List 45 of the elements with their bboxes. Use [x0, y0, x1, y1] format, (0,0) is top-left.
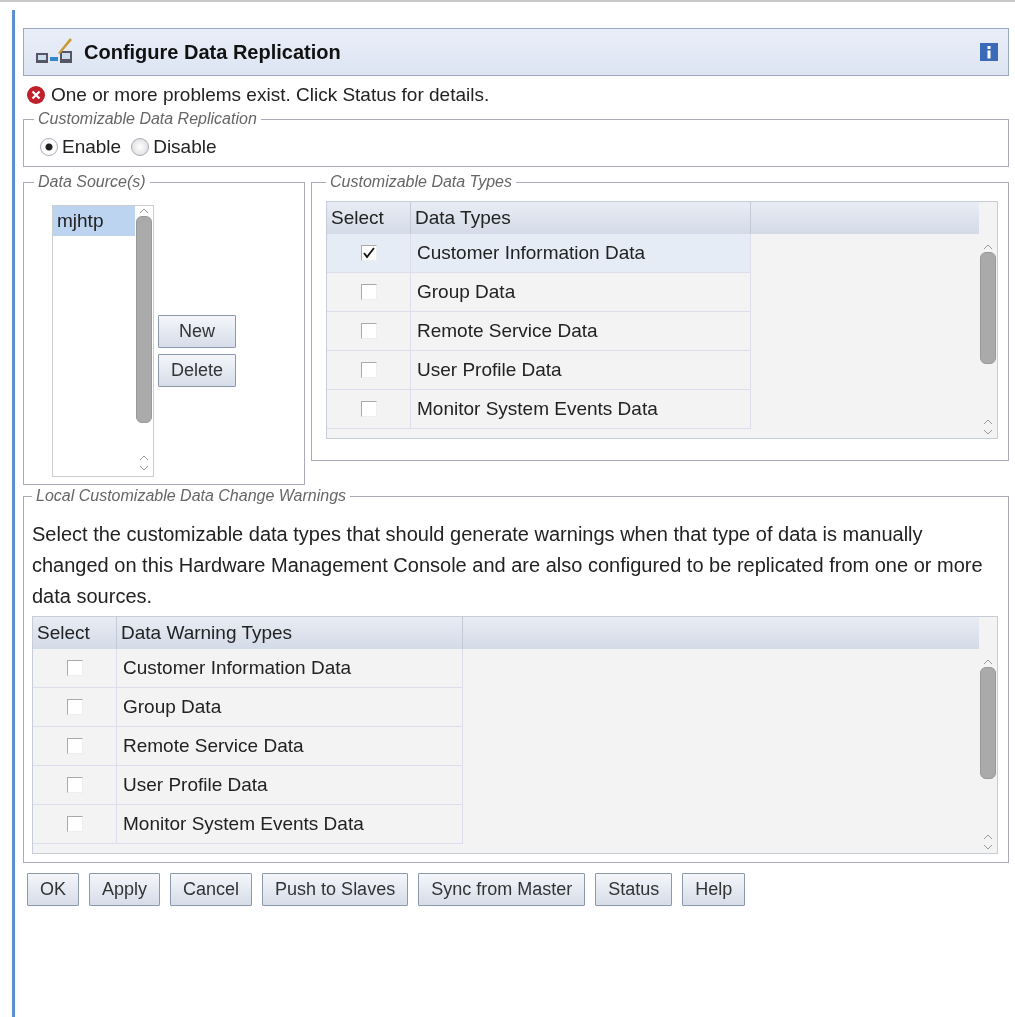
- group-label: Data Source(s): [37, 173, 147, 191]
- table-cell: Group Data: [411, 273, 751, 312]
- action-button[interactable]: Status: [595, 873, 673, 906]
- error-icon: [27, 86, 45, 104]
- list-item[interactable]: mjhtp: [53, 206, 135, 236]
- action-button[interactable]: Sync from Master: [418, 873, 586, 906]
- action-button[interactable]: Delete: [158, 354, 237, 387]
- checkbox[interactable]: [66, 738, 83, 754]
- table-cell: Customer Information Data: [117, 649, 463, 688]
- checkbox[interactable]: [66, 699, 83, 715]
- checkbox[interactable]: [66, 660, 83, 676]
- checkbox[interactable]: [360, 284, 377, 300]
- action-button[interactable]: OK: [27, 873, 79, 906]
- table-cell: Group Data: [117, 688, 463, 727]
- action-button[interactable]: Apply: [89, 873, 161, 906]
- description: Select the customizable data types that should generate warnings when that type of data is manually changed on this Hardware Management Console and are also configured to be replicated from one or more data sources.: [32, 522, 984, 609]
- table-cell: Monitor System Events Data: [411, 390, 751, 429]
- column-header: Data Types: [411, 202, 751, 234]
- column-header: Data Warning Types: [117, 617, 463, 649]
- table-cell: User Profile Data: [117, 766, 463, 805]
- checkbox[interactable]: [66, 777, 83, 793]
- radio-option[interactable]: Disable: [131, 136, 217, 158]
- action-button[interactable]: Push to Slaves: [262, 873, 409, 906]
- checkbox[interactable]: [66, 816, 83, 832]
- table-cell: Remote Service Data: [411, 312, 751, 351]
- column-header: Select: [327, 202, 411, 234]
- group-label: Customizable Data Replication: [37, 110, 258, 128]
- error-message: One or more problems exist. Click Status for details.: [51, 84, 490, 106]
- column-header: Select: [33, 617, 117, 649]
- radio-option[interactable]: Enable: [40, 136, 122, 158]
- info-icon[interactable]: [980, 43, 998, 61]
- table-cell: Monitor System Events Data: [117, 805, 463, 844]
- action-button[interactable]: Cancel: [170, 873, 253, 906]
- window-title: Configure Data Replication: [84, 40, 342, 64]
- table-cell: User Profile Data: [411, 351, 751, 390]
- table-cell: Remote Service Data: [117, 727, 463, 766]
- group-label: Customizable Data Types: [329, 173, 513, 191]
- group-label: Local Customizable Data Change Warnings: [35, 487, 348, 505]
- action-button[interactable]: Help: [682, 873, 746, 906]
- checkbox[interactable]: [360, 245, 377, 261]
- checkbox[interactable]: [360, 362, 377, 378]
- table-cell: Customer Information Data: [411, 234, 751, 273]
- checkbox[interactable]: [360, 323, 377, 339]
- action-button[interactable]: New: [158, 315, 237, 348]
- checkbox[interactable]: [360, 401, 377, 417]
